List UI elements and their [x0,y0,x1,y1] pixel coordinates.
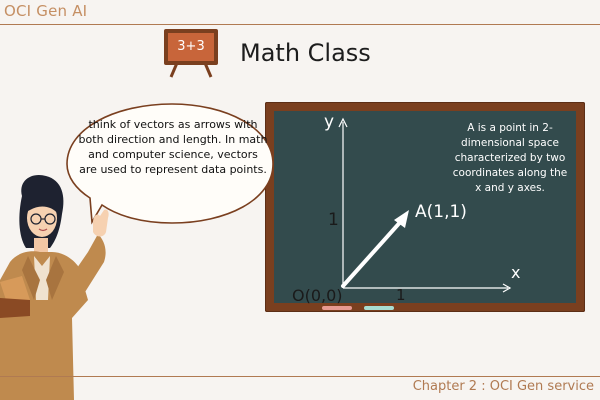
teacher-illustration [0,174,109,400]
chapter-label: Chapter 2 : OCI Gen service [412,379,594,394]
footer-divider [0,376,600,377]
